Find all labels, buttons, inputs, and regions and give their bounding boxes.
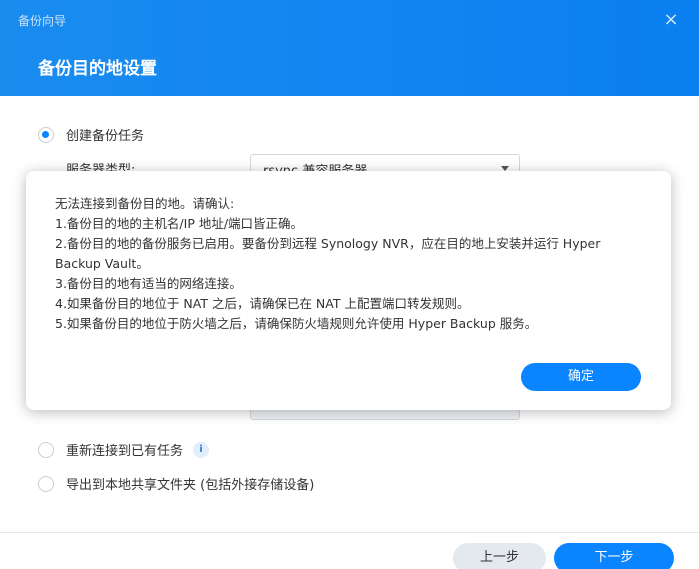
error-dialog: 无法连接到备份目的地。请确认: 1.备份目的地的主机名/IP 地址/端口皆正确。… — [26, 171, 671, 410]
close-icon[interactable]: × — [661, 10, 681, 30]
backup-wizard-window: 备份向导 × 备份目的地设置 创建备份任务 服务器类型: rsync 兼容服务器… — [0, 0, 699, 569]
option-export-local-label: 导出到本地共享文件夹 (包括外接存储设备) — [66, 478, 315, 493]
option-reconnect-task[interactable]: 重新连接到已有任务 i — [38, 440, 210, 459]
option-export-local[interactable]: 导出到本地共享文件夹 (包括外接存储设备) — [38, 474, 314, 493]
info-icon[interactable]: i — [193, 441, 210, 458]
ok-button[interactable]: 确定 — [521, 363, 641, 391]
error-line: 无法连接到备份目的地。请确认: — [55, 196, 235, 211]
option-create-task[interactable]: 创建备份任务 — [38, 125, 144, 144]
next-button[interactable]: 下一步 — [554, 543, 674, 569]
radio-create-task[interactable] — [38, 126, 54, 143]
error-line: 1.备份目的地的主机名/IP 地址/端口皆正确。 — [55, 216, 304, 231]
option-create-task-label: 创建备份任务 — [66, 129, 145, 144]
prev-button[interactable]: 上一步 — [453, 543, 546, 569]
error-line: 5.如果备份目的地位于防火墙之后，请确保防火墙规则允许使用 Hyper Back… — [55, 316, 538, 331]
error-line: 4.如果备份目的地位于 NAT 之后，请确保已在 NAT 上配置端口转发规则。 — [55, 296, 470, 311]
window-title: 备份向导 — [18, 14, 67, 28]
page-title: 备份目的地设置 — [38, 59, 157, 79]
option-reconnect-task-label: 重新连接到已有任务 — [66, 444, 184, 459]
error-line: 3.备份目的地有适当的网络连接。 — [55, 276, 242, 291]
error-message: 无法连接到备份目的地。请确认: 1.备份目的地的主机名/IP 地址/端口皆正确。… — [55, 194, 645, 334]
error-line: 2.备份目的地的备份服务已启用。要备份到远程 Synology NVR，应在目的… — [55, 236, 601, 271]
wizard-header: 备份向导 × 备份目的地设置 — [0, 0, 699, 96]
radio-reconnect-task[interactable] — [38, 441, 54, 458]
radio-export-local[interactable] — [38, 475, 54, 492]
